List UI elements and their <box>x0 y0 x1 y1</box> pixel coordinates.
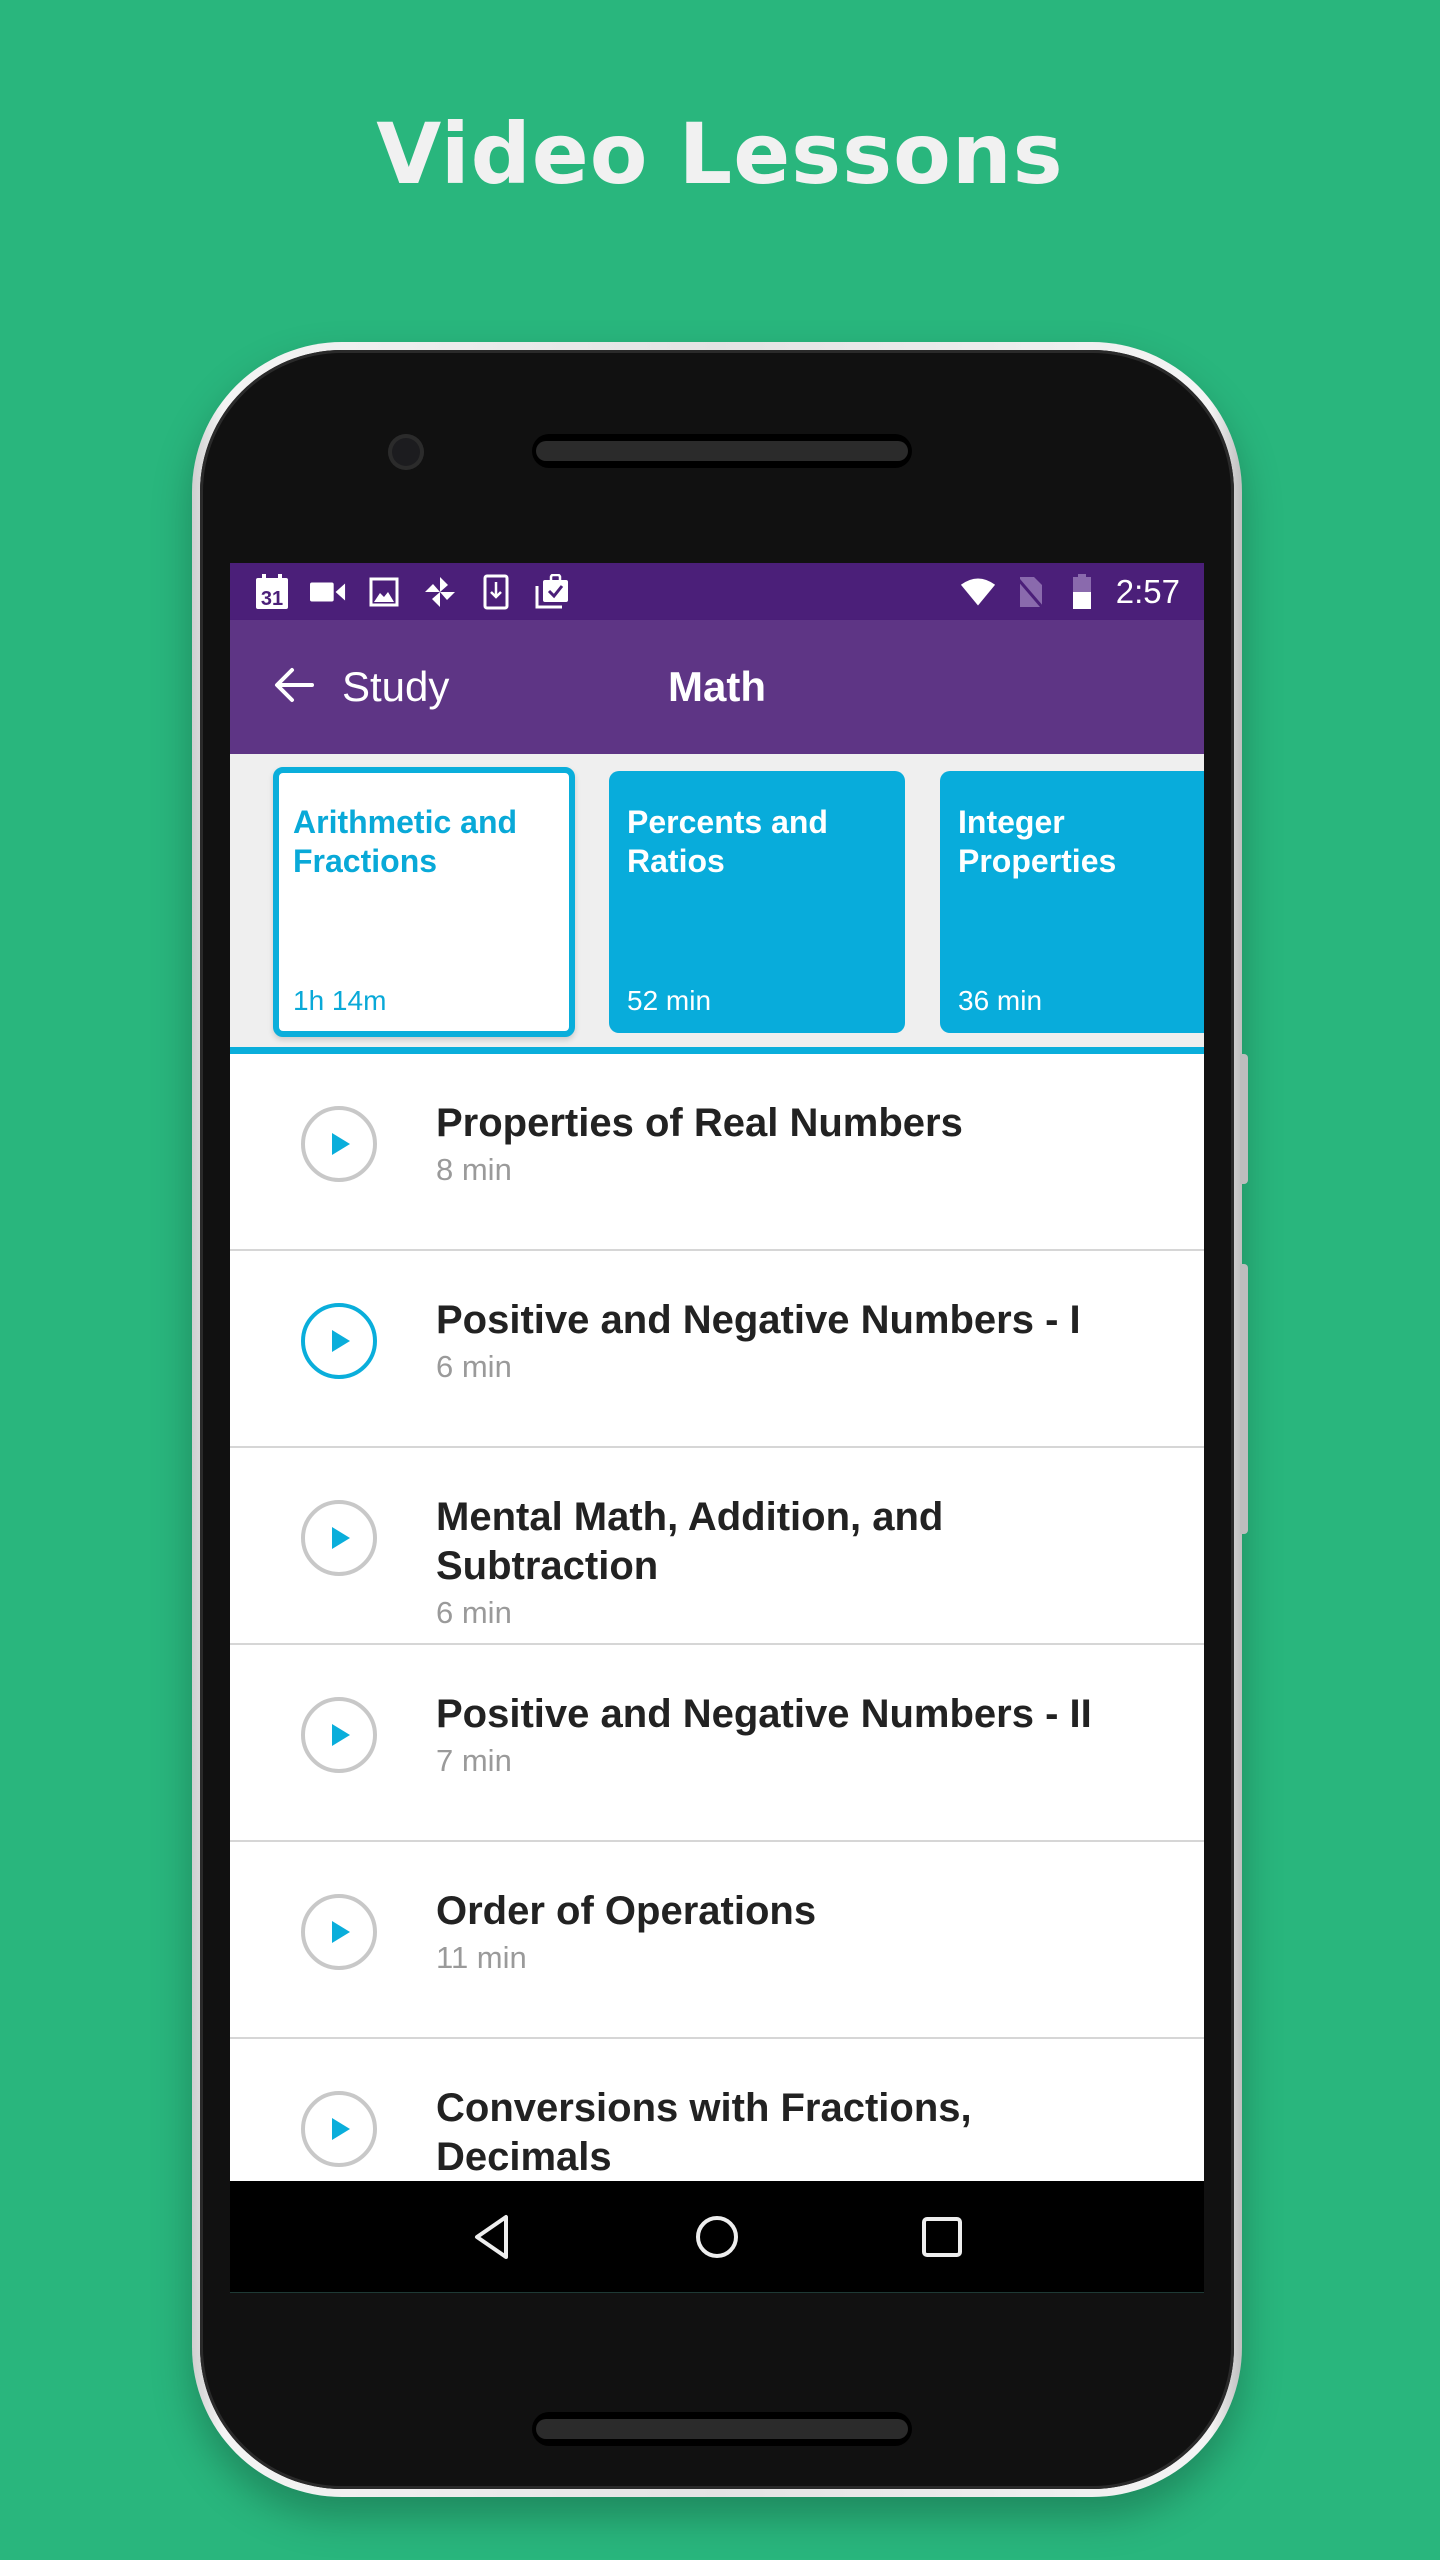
system-icons: 2:57 <box>960 573 1180 611</box>
lesson-list: Properties of Real Numbers 8 min Positiv… <box>230 1054 1204 2236</box>
category-card-arithmetic[interactable]: Arithmetic and Fractions 1h 14m <box>273 767 575 1037</box>
notification-icons: 31 <box>254 573 570 610</box>
category-carousel[interactable]: Arithmetic and Fractions 1h 14m Percents… <box>230 754 1204 1054</box>
lesson-title: Mental Math, Addition, and Subtraction <box>436 1495 944 1588</box>
lesson-duration: 6 min <box>436 1349 512 1384</box>
nav-recents-button[interactable] <box>902 2197 982 2277</box>
battery-icon <box>1064 573 1100 610</box>
lesson-item[interactable]: Mental Math, Addition, and Subtraction 6… <box>230 1448 1204 1645</box>
lesson-title: Conversions with Fractions, Decimals <box>436 2086 972 2179</box>
play-button[interactable] <box>301 1303 377 1379</box>
play-icon <box>332 1921 350 1943</box>
lesson-item[interactable]: Properties of Real Numbers 8 min <box>230 1054 1204 1251</box>
category-title: Integer Properties <box>958 804 1117 879</box>
tasks-icon <box>534 573 570 610</box>
lesson-duration: 8 min <box>436 1152 512 1187</box>
play-icon <box>332 2118 350 2140</box>
recents-square-icon <box>921 2216 962 2257</box>
app-bar: Study Math <box>230 620 1204 754</box>
nav-home-button[interactable] <box>677 2197 757 2277</box>
play-icon <box>332 1527 350 1549</box>
lesson-duration: 11 min <box>436 1940 527 1975</box>
image-icon <box>366 574 402 610</box>
lesson-item[interactable]: Positive and Negative Numbers - I 6 min <box>230 1251 1204 1448</box>
play-icon <box>332 1133 350 1155</box>
pinwheel-icon <box>422 574 458 610</box>
back-button[interactable]: Study <box>230 620 449 754</box>
play-button[interactable] <box>301 1894 377 1970</box>
phone-screen: 31 2:57 Study Math Arithmetic and Fracti… <box>230 563 1204 2293</box>
lesson-duration: 7 min <box>436 1743 512 1778</box>
play-icon <box>332 1724 350 1746</box>
category-title: Percents and Ratios <box>627 804 828 879</box>
volume-button <box>1240 1054 1248 1184</box>
lesson-duration: 6 min <box>436 1595 512 1630</box>
play-icon <box>332 1330 350 1352</box>
category-title: Arithmetic and Fractions <box>293 804 518 879</box>
system-nav-bar <box>230 2181 1204 2293</box>
lesson-item[interactable]: Positive and Negative Numbers - II 7 min <box>230 1645 1204 1842</box>
play-button[interactable] <box>301 2091 377 2167</box>
promo-title: Video Lessons <box>376 105 1064 203</box>
page-title: Math <box>668 663 766 710</box>
category-card-percents[interactable]: Percents and Ratios 52 min <box>609 771 905 1033</box>
lesson-item[interactable]: Order of Operations 11 min <box>230 1842 1204 2039</box>
bottom-speaker <box>532 2412 912 2446</box>
nav-back-button[interactable] <box>452 2197 532 2277</box>
no-sim-icon <box>1012 574 1048 610</box>
status-bar: 31 2:57 <box>230 563 1204 620</box>
back-triangle-icon <box>475 2214 509 2259</box>
category-duration: 1h 14m <box>293 985 387 1016</box>
play-button[interactable] <box>301 1106 377 1182</box>
calendar-day: 31 <box>261 588 283 610</box>
play-button[interactable] <box>301 1697 377 1773</box>
lesson-title: Positive and Negative Numbers - I <box>436 1298 1081 1342</box>
category-duration: 52 min <box>627 985 712 1016</box>
home-circle-icon <box>695 2215 738 2258</box>
calendar-icon: 31 <box>254 573 290 610</box>
earpiece-speaker <box>532 434 912 468</box>
video-camera-icon <box>310 574 346 610</box>
play-button[interactable] <box>301 1500 377 1576</box>
category-card-integers[interactable]: Integer Properties 36 min <box>940 771 1204 1033</box>
wifi-icon <box>960 574 996 610</box>
arrow-left-icon <box>274 667 314 708</box>
lesson-title: Properties of Real Numbers <box>436 1101 963 1145</box>
status-time: 2:57 <box>1115 572 1180 610</box>
back-label: Study <box>342 663 450 710</box>
power-button <box>1240 1264 1248 1534</box>
front-camera <box>388 434 424 470</box>
lesson-title: Positive and Negative Numbers - II <box>436 1692 1092 1736</box>
lesson-title: Order of Operations <box>436 1889 817 1933</box>
category-duration: 36 min <box>958 985 1043 1016</box>
download-icon <box>478 574 514 610</box>
